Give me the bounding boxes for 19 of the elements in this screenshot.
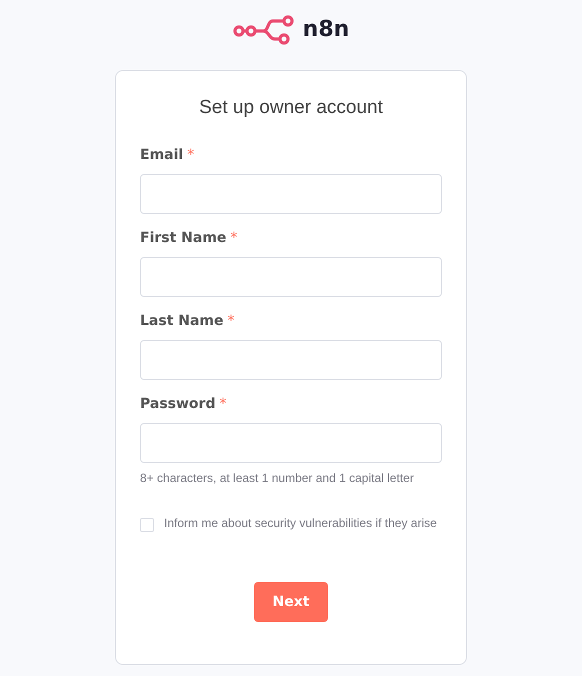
field-hint: 8+ characters, at least 1 number and 1 capital letter <box>140 470 415 487</box>
required-mark: * <box>219 394 226 414</box>
input-field[interactable] <box>140 340 442 380</box>
required-mark: * <box>228 312 235 330</box>
checkbox[interactable] <box>140 518 154 532</box>
form-title: Set up owner account <box>198 96 384 120</box>
checkbox-label: Inform me about security vulnerabilities if they arise <box>164 515 438 531</box>
next-button[interactable]: Next <box>254 582 328 622</box>
field-label: First Name <box>140 228 226 248</box>
input-field[interactable] <box>140 257 442 297</box>
input-field[interactable] <box>140 423 442 463</box>
field-label: Email <box>140 146 184 164</box>
logo-icon <box>232 15 295 45</box>
required-mark: * <box>230 228 238 248</box>
field-label: Last Name <box>140 312 224 330</box>
logo-text: n8n <box>302 19 350 41</box>
required-mark: * <box>187 146 194 164</box>
input-field[interactable] <box>140 174 442 214</box>
field-label: Password <box>140 394 216 414</box>
